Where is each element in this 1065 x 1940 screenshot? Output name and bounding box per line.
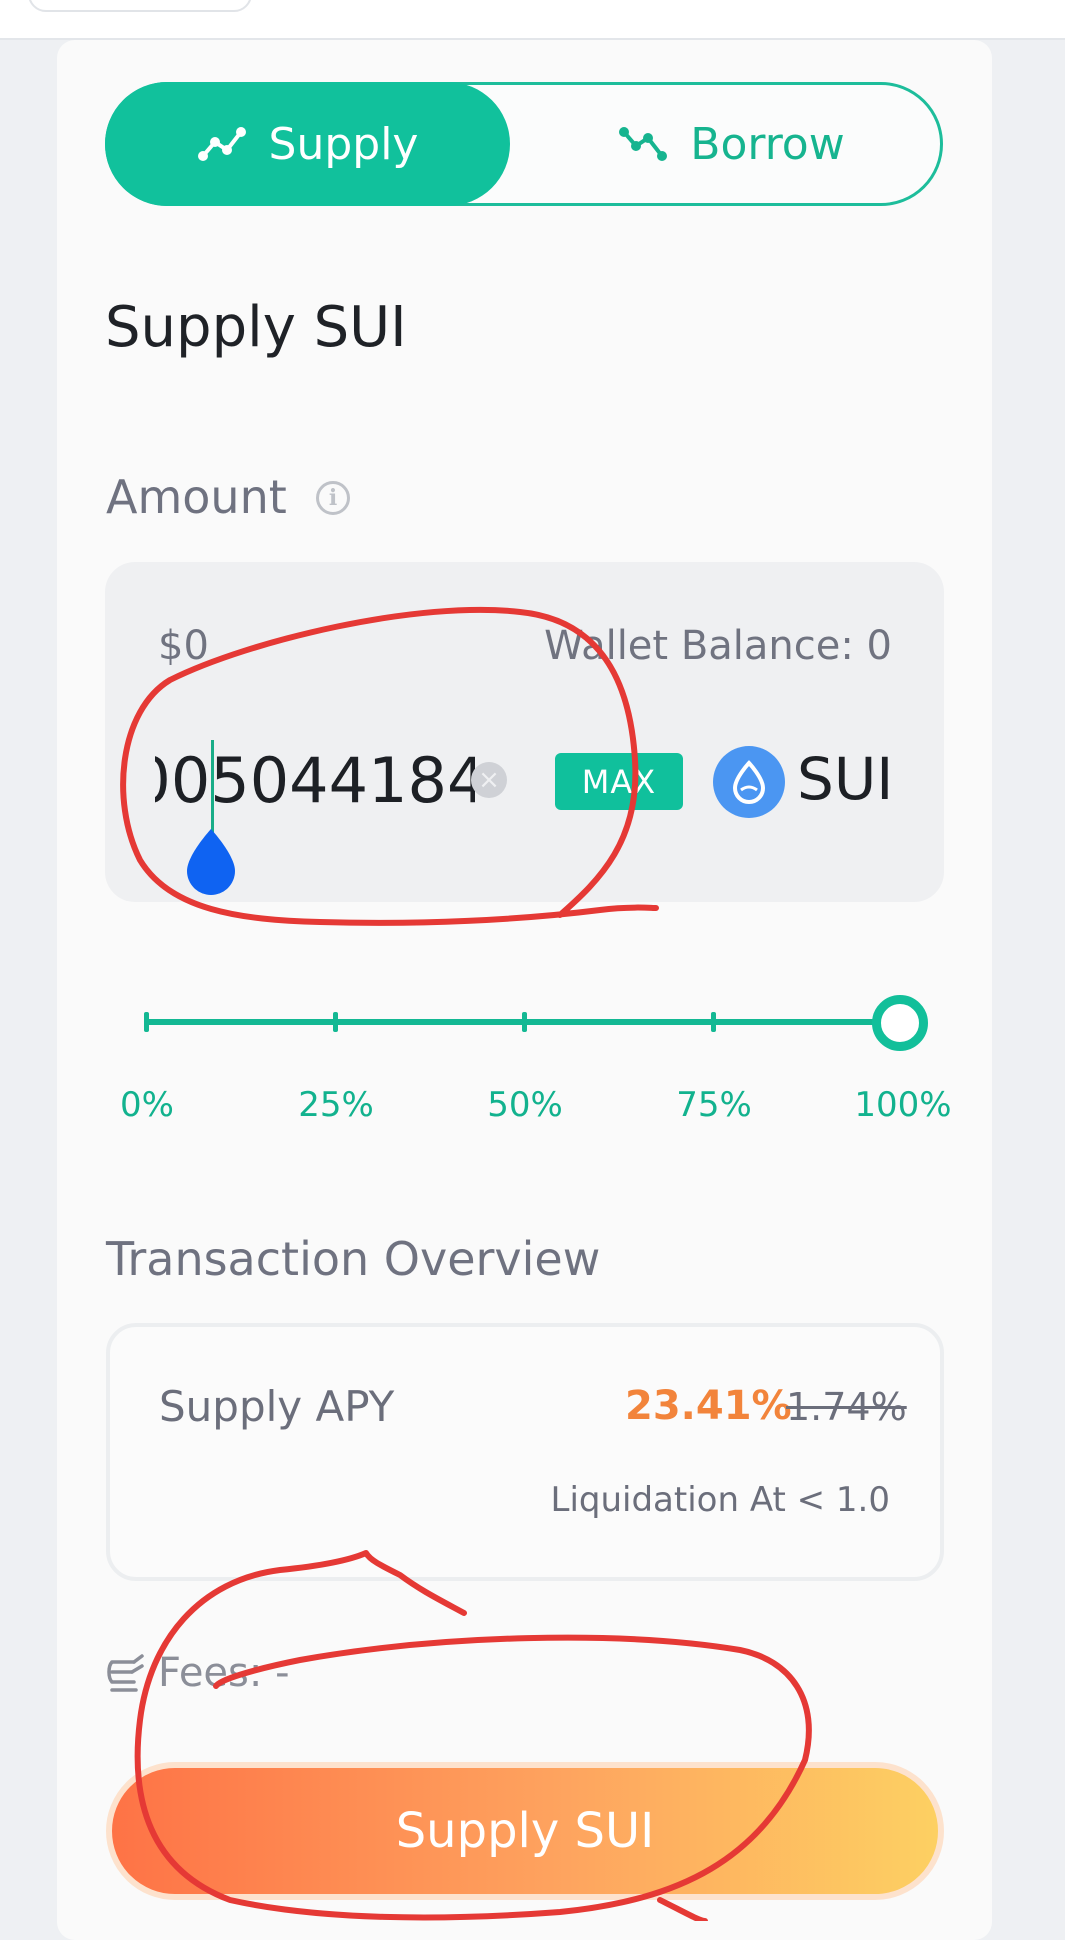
- top-bar-pill[interactable]: [28, 0, 252, 12]
- supply-apy-value: 23.41%: [625, 1383, 792, 1429]
- top-bar: [0, 0, 1065, 40]
- wallet-balance: Wallet Balance: 0: [544, 623, 892, 669]
- slider-mark-0[interactable]: 0%: [120, 1085, 174, 1125]
- token-symbol: SUI: [797, 745, 894, 813]
- slider-tick: [711, 1012, 716, 1032]
- slider-mark-75[interactable]: 75%: [676, 1085, 752, 1125]
- slider-thumb[interactable]: [872, 995, 928, 1051]
- supply-apy-label: Supply APY: [159, 1382, 395, 1431]
- supply-trend-icon: [197, 127, 246, 161]
- max-button[interactable]: MAX: [555, 753, 683, 810]
- slider-mark-100[interactable]: 100%: [854, 1085, 951, 1125]
- slider-tick: [144, 1012, 149, 1032]
- text-cursor-line: [211, 740, 214, 840]
- slider-tick: [333, 1012, 338, 1032]
- fees-row: Fees: -: [106, 1650, 290, 1696]
- clear-icon[interactable]: ×: [471, 762, 507, 798]
- tab-borrow-label: Borrow: [690, 118, 845, 170]
- gas-pump-icon: [107, 1654, 144, 1692]
- page-title: Supply SUI: [105, 295, 407, 360]
- tab-borrow[interactable]: Borrow: [520, 82, 943, 206]
- sui-token-icon: [713, 746, 785, 818]
- amount-input[interactable]: [155, 740, 475, 820]
- tab-supply[interactable]: Supply: [105, 82, 510, 206]
- text-cursor-handle[interactable]: [183, 827, 239, 897]
- slider-mark-50[interactable]: 50%: [487, 1085, 563, 1125]
- info-icon[interactable]: i: [316, 481, 350, 515]
- liquidation-threshold: Liquidation At < 1.0: [550, 1480, 891, 1520]
- transaction-overview-box: [106, 1323, 944, 1581]
- tab-supply-label: Supply: [268, 118, 419, 170]
- slider-mark-25[interactable]: 25%: [298, 1085, 374, 1125]
- amount-label: Amount: [106, 470, 287, 524]
- fees-label: Fees: -: [158, 1650, 290, 1696]
- usd-value: $0: [158, 623, 209, 669]
- supply-apy-previous: 1.74%: [786, 1385, 907, 1429]
- transaction-overview-title: Transaction Overview: [106, 1232, 601, 1286]
- amount-input-wrapper: [155, 740, 475, 820]
- borrow-trend-icon: [619, 127, 668, 161]
- supply-submit-button[interactable]: Supply SUI: [106, 1762, 944, 1900]
- slider-tick: [522, 1012, 527, 1032]
